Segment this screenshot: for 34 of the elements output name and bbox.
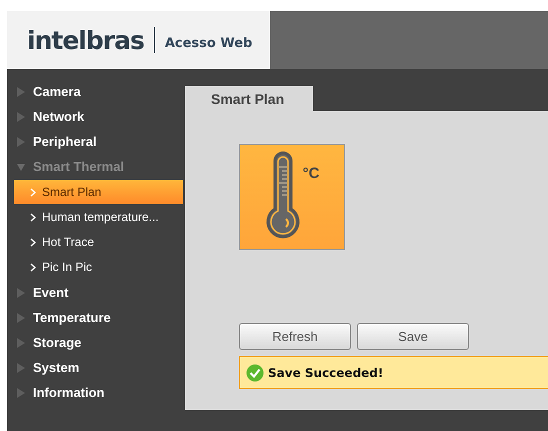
chevron-icon: [30, 262, 36, 272]
menu-group[interactable]: Network: [33, 109, 84, 124]
menu-group[interactable]: Information: [33, 385, 104, 400]
triangle-icon: [17, 112, 25, 122]
chevron-icon: [30, 238, 36, 246]
triangle-icon: [17, 312, 25, 322]
menu-group[interactable]: Event: [33, 285, 68, 300]
triangle-icon: [17, 162, 25, 172]
triangle-icon: [17, 136, 25, 146]
triangle-icon: [17, 86, 25, 96]
menu-group[interactable]: Camera: [33, 84, 81, 99]
menu-item[interactable]: Human temperature...: [14, 205, 183, 229]
menu-group[interactable]: Temperature: [33, 310, 111, 325]
triangle-icon: [17, 288, 25, 298]
save-button[interactable]: Save: [357, 323, 469, 350]
brand-name: intelbras: [27, 26, 144, 54]
triangle-icon: [17, 362, 25, 372]
triangle-icon: [17, 388, 25, 398]
smart-plan-tile[interactable]: °C: [239, 144, 345, 250]
unit-label: °C: [302, 165, 320, 182]
refresh-button[interactable]: Refresh: [239, 323, 351, 350]
menu-item[interactable]: Pic In Pic: [14, 255, 183, 279]
message-text: Save Succeeded!: [268, 366, 384, 380]
triangle-icon: [17, 338, 25, 348]
check-icon: [246, 364, 264, 382]
menu-group[interactable]: Peripheral: [33, 134, 97, 149]
chevron-icon: [30, 188, 36, 196]
menu-group[interactable]: Storage: [33, 335, 82, 350]
menu-item[interactable]: Hot Trace: [14, 230, 183, 254]
product-name: Acesso Web: [164, 36, 252, 50]
chevron-icon: [30, 212, 36, 222]
menu-item[interactable]: Smart Plan: [14, 180, 183, 204]
menu-group[interactable]: System: [33, 360, 80, 375]
tab[interactable]: Smart Plan: [185, 86, 313, 111]
